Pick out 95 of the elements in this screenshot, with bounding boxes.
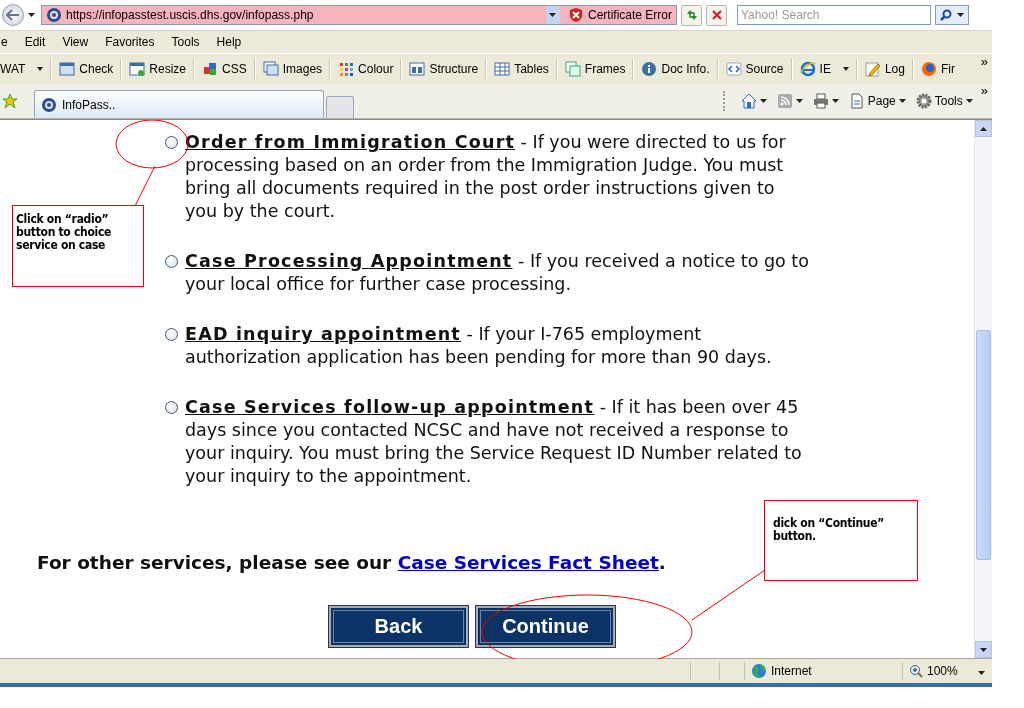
toolbar-button[interactable]: Frames — [557, 57, 633, 81]
seal-icon — [46, 7, 62, 23]
footer-text: For other services, please see our Case Services Fact Sheet. — [37, 551, 666, 574]
window-icon — [409, 61, 426, 77]
search-field[interactable]: Yahoo! Search — [737, 5, 931, 25]
option-text: Case Processing Appointment - If you received a notice to go to your local office for further case processing. — [185, 250, 810, 296]
overflow-chevron[interactable]: » — [976, 54, 992, 69]
nav-button[interactable]: Continue — [476, 606, 615, 647]
toolbar-button[interactable]: Tables — [487, 57, 556, 81]
scrollbar[interactable] — [974, 120, 992, 658]
caret-icon — [977, 671, 985, 675]
up-arrow-icon — [980, 126, 987, 131]
callout-note: dick on “Continue” button. — [764, 500, 918, 581]
browser-tab[interactable]: InfoPass.. — [34, 90, 324, 118]
toolbar-button[interactable]: Resize — [122, 57, 194, 81]
tab-title: InfoPass.. — [62, 97, 116, 112]
option-text: Case Services follow-up appointment - If it has been over 45 days since you contacted NCSC and have not received a response to your inquiry. You must bring the Service Request ID Number related to your inquiry to the appointment. — [185, 396, 803, 488]
caret-icon — [965, 99, 973, 103]
page-icon — [848, 93, 865, 109]
caret-icon — [842, 67, 849, 71]
zoom-button[interactable]: 100% — [903, 664, 991, 678]
toolbar-button[interactable]: Images — [255, 57, 330, 81]
callout-note: Click on “radio” button to choice service on case — [12, 205, 144, 287]
window-icon — [59, 61, 76, 77]
back-button[interactable] — [2, 4, 24, 26]
address-field[interactable]: https://infopasstest.uscis.dhs.gov/infopass.php Certificate Error — [41, 5, 677, 25]
zone-label: Internet — [771, 664, 812, 678]
refresh-button[interactable] — [681, 4, 702, 26]
caret-icon — [831, 99, 839, 103]
radio-button[interactable] — [165, 255, 178, 268]
image-icon — [262, 61, 279, 77]
toolbar-button[interactable]: Doc Info. — [634, 57, 717, 81]
toolbar-button[interactable]: IE — [792, 57, 856, 81]
toolbar-button[interactable]: Colour — [331, 57, 401, 81]
fact-sheet-link[interactable]: Case Services Fact Sheet — [397, 552, 659, 573]
certificate-error-button[interactable]: Certificate Error — [563, 6, 676, 24]
cubes-icon — [202, 61, 219, 77]
toolbar-button[interactable]: Structure — [402, 57, 486, 81]
search-button[interactable] — [935, 5, 969, 25]
toolbar-button[interactable]: Log — [857, 57, 912, 81]
star-icon[interactable] — [2, 93, 18, 109]
radio-button[interactable] — [165, 328, 178, 341]
window-icon — [564, 61, 581, 77]
caret-icon — [898, 99, 906, 103]
toolbar-button[interactable]: WAT — [0, 57, 51, 81]
nav-button[interactable]: Back — [329, 606, 468, 647]
caret-icon — [795, 99, 803, 103]
dropdown-button[interactable] — [545, 6, 560, 24]
toolbar-button[interactable]: Fir — [913, 57, 962, 81]
stop-button[interactable] — [706, 4, 727, 26]
globe-icon — [920, 61, 937, 77]
option-title: Case Processing Appointment — [185, 251, 513, 271]
shield-icon — [567, 7, 584, 23]
toolbar-button[interactable]: Check — [52, 57, 121, 81]
caret-icon — [759, 99, 767, 103]
menu-item[interactable]: Favorites — [96, 35, 163, 49]
toolbar-button[interactable]: Source — [718, 57, 791, 81]
overflow-chevron[interactable]: » — [980, 83, 988, 98]
globe-icon — [751, 663, 767, 679]
zoom-icon — [909, 664, 923, 678]
table-icon — [494, 61, 511, 77]
home-icon — [740, 93, 757, 109]
code-icon — [725, 61, 742, 77]
toolbar-button[interactable]: CSS — [195, 57, 254, 81]
option-title: Case Services follow-up appointment — [185, 397, 595, 417]
search-icon — [940, 9, 953, 21]
window-icon — [129, 61, 146, 77]
page-menu-button[interactable]: Page — [846, 93, 908, 109]
radio-button[interactable] — [165, 136, 178, 149]
settings-icon — [915, 93, 932, 109]
arrow-icon — [6, 9, 20, 21]
leader-line — [134, 165, 156, 207]
down-arrow-icon — [980, 647, 987, 652]
printer-icon — [812, 93, 829, 109]
caret-icon — [37, 67, 44, 71]
menu-item[interactable]: Tools — [162, 35, 208, 49]
caret-icon — [956, 13, 964, 17]
globe-icon — [799, 61, 816, 77]
menu-item[interactable]: Help — [207, 35, 250, 49]
caret-icon — [549, 13, 557, 17]
menu-item[interactable]: e — [0, 35, 16, 49]
option-title: EAD inquiry appointment — [185, 324, 461, 344]
radio-button[interactable] — [165, 401, 178, 414]
menu-item[interactable]: View — [53, 35, 97, 49]
info-icon — [641, 61, 658, 77]
menu-item[interactable]: Edit — [15, 35, 54, 49]
caret-icon — [28, 13, 35, 17]
option-text: EAD inquiry appointment - If your I-765 employment authorization application has been pending for more than 90 days. — [185, 323, 773, 369]
feed-icon — [776, 93, 793, 109]
tools-menu-button[interactable]: Tools — [913, 93, 975, 109]
page-icon — [41, 96, 57, 113]
grid-icon — [338, 61, 355, 77]
close-icon — [710, 9, 723, 21]
pencil-icon — [864, 61, 881, 77]
refresh-icon — [684, 8, 699, 22]
